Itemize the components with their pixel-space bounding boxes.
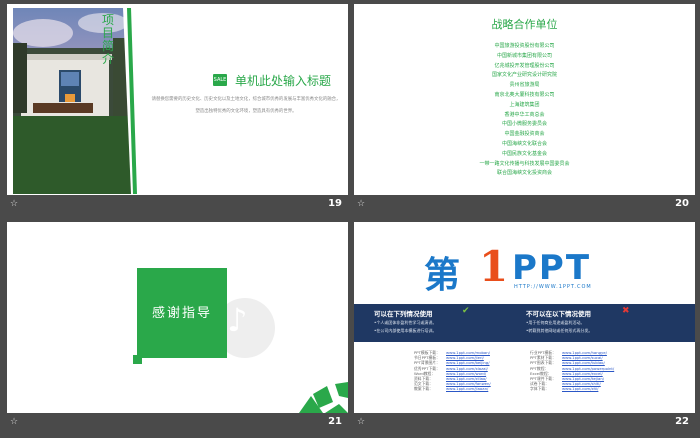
check-icon: ✔	[462, 306, 470, 316]
org-item: 亿兆城投开发管理股份公司	[494, 62, 555, 69]
thanks-text: 感谢指导	[151, 306, 212, 321]
slide-22-footer: ☆ 22	[354, 413, 695, 433]
org-item: 中国金融投资商会	[504, 131, 545, 138]
org-item: 中国小微服务委员会	[501, 121, 547, 128]
star-icon[interactable]: ☆	[357, 417, 365, 427]
star-icon[interactable]: ☆	[10, 199, 18, 209]
slide-number: 22	[675, 416, 689, 427]
music-note-icon: ♪	[227, 301, 248, 339]
sale-tag-icon: SALE	[213, 74, 227, 86]
slide-21-footer: ☆ 21	[7, 413, 348, 433]
slide-19-footer: ☆ 19	[7, 195, 348, 215]
org-item: 贵州省旅游局	[509, 82, 540, 89]
star-icon[interactable]: ☆	[357, 199, 365, 209]
org-item: 中国旅游投资股份有限公司	[494, 43, 555, 49]
slide-thumbnail-20[interactable]: 战略合作单位 中国旅游投资股份有限公司 中国新城市集团有限公司 亿兆城投开发管理…	[354, 4, 695, 215]
cross-icon: ✖	[622, 306, 630, 316]
can-use-line: •个人或团体非盈利性学习或演讲。	[374, 320, 437, 325]
can-use-line: •在公司内部使用本模板进行培训。	[374, 328, 437, 333]
logo-url: HTTP://WWW.1PPT.COM	[514, 284, 592, 290]
slide-19-canvas: 项目简介 SALE 单机此处输入标题 请替换您需要的历史文化、历史文化以及土地文…	[7, 4, 348, 195]
logo-ppt: PPT	[512, 248, 592, 288]
slide-22-canvas: 第 1 PPT HTTP://WWW.1PPT.COM 可以在下列情况使用 ✔ …	[354, 222, 695, 413]
link-row: 字体下载： www.1ppt.com/ziti/	[530, 386, 599, 392]
org-list: 中国旅游投资股份有限公司 中国新城市集团有限公司 亿兆城投开发管理股份公司 国家…	[354, 42, 695, 179]
slide-thumbnail-21[interactable]: ♪ 感谢指导 ☆ 21	[7, 222, 348, 433]
cannot-use-line: •转载到其他网站或任何形式再分发。	[526, 328, 593, 333]
slide-thumbnail-22[interactable]: 第 1 PPT HTTP://WWW.1PPT.COM 可以在下列情况使用 ✔ …	[354, 222, 695, 433]
org-item: 南京北奥大厦科技有限公司	[494, 91, 555, 98]
corner-decoration	[299, 382, 348, 413]
links-left: PPT模板下载： www.1ppt.com/moban/ 节日PPT模板： www.…	[414, 350, 491, 392]
org-item: 国家文化产业研究设计研究院	[491, 72, 557, 79]
can-use-title: 可以在下列情况使用	[374, 310, 433, 318]
slide-number: 20	[675, 198, 689, 209]
links-right: 行业PPT模板： www.1ppt.com/hangye/ PPT素材下载： www…	[530, 350, 614, 392]
org-item: 一带一路文化传播与科技发展中国委员会	[479, 160, 570, 167]
small-square	[133, 355, 142, 364]
slide-number: 21	[328, 416, 342, 427]
slide-20-title: 战略合作单位	[491, 18, 558, 31]
logo-one: 1	[479, 242, 509, 291]
org-item: 上海建筑集团	[509, 101, 540, 108]
slide-thumbnail-19[interactable]: 项目简介 SALE 单机此处输入标题 请替换您需要的历史文化、历史文化以及土地文…	[7, 4, 348, 215]
slide-19-title: 单机此处输入标题	[235, 74, 332, 88]
vertical-title: 项目简介	[102, 13, 115, 66]
org-item: 中国海峡文化联合会	[501, 140, 547, 147]
slide-20-footer: ☆ 20	[354, 195, 695, 215]
cannot-use-line: •用于任何商业用途或盈利活动。	[526, 320, 585, 325]
usage-banner: 可以在下列情况使用 ✔ •个人或团体非盈利性学习或演讲。 •在公司内部使用本模板…	[354, 304, 695, 342]
logo-char: 第	[424, 254, 461, 296]
house-photo	[13, 8, 137, 194]
slide-19-body: 请替换您需要的历史文化、历史文化以及土地文化，综合城市优秀的发展与丰富优秀文化的…	[151, 97, 341, 114]
link-row: 教案下载： www.1ppt.com/jiaoan/	[414, 386, 489, 392]
org-item: 中国民族文化基金会	[501, 150, 547, 157]
org-item: 香港中华工商总会	[504, 111, 545, 118]
slide-20-canvas: 战略合作单位 中国旅游投资股份有限公司 中国新城市集团有限公司 亿兆城投开发管理…	[354, 4, 695, 195]
org-item: 联合国海峡文化投资商会	[496, 170, 552, 177]
slide-21-canvas: ♪ 感谢指导	[7, 222, 348, 413]
slide-number: 19	[328, 198, 342, 209]
star-icon[interactable]: ☆	[10, 417, 18, 427]
org-item: 中国新城市集团有限公司	[496, 52, 552, 59]
cannot-use-title: 不可以在以下情况使用	[526, 310, 591, 318]
